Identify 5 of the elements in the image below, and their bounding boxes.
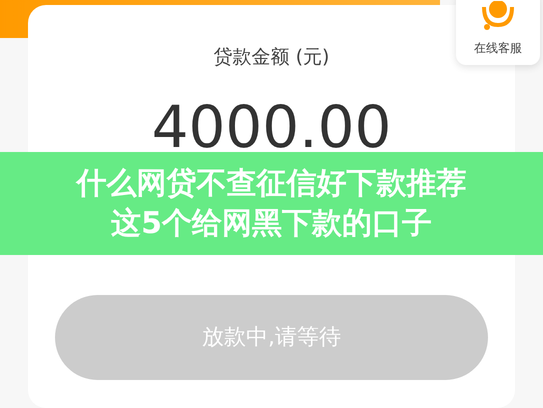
banner-title-line: 这5个给网黑下款的口子 bbox=[111, 204, 432, 242]
customer-service-button[interactable]: 在线客服 bbox=[456, 0, 540, 65]
amount-label: 贷款金额 (元) bbox=[214, 45, 330, 70]
banner-title-line: 什么网贷不查征信好下款推荐 bbox=[76, 164, 466, 202]
loan-amount: 4000.00 bbox=[150, 98, 392, 156]
